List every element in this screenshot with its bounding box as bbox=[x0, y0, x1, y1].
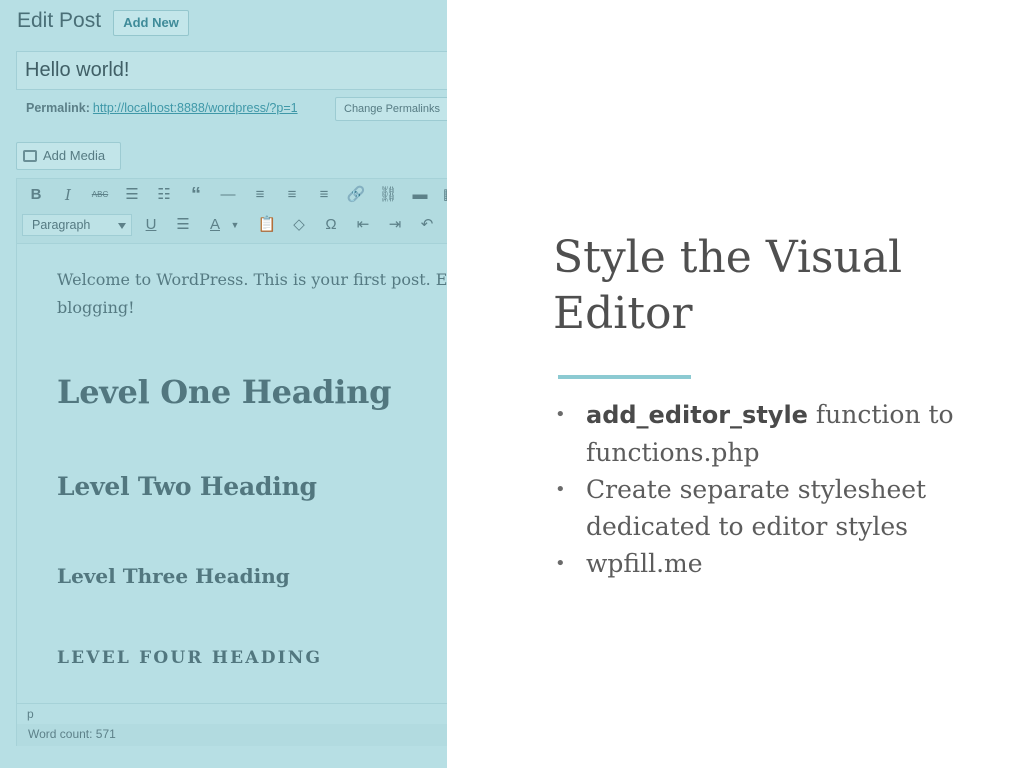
undo-icon[interactable]: ↶ bbox=[415, 211, 439, 239]
paragraph-line-2: blogging! bbox=[57, 298, 135, 317]
bullet-item: • wpfill.me bbox=[553, 545, 993, 582]
align-center-icon[interactable]: ≡ bbox=[280, 181, 304, 209]
permalink-link[interactable]: http://localhost:8888/wordpress/?p=1 bbox=[93, 101, 298, 115]
italic-icon[interactable]: I bbox=[56, 181, 80, 209]
clear-formatting-icon[interactable]: ◇ bbox=[287, 211, 311, 239]
heading-level-three: Level Three Heading bbox=[57, 564, 290, 588]
numbered-list-icon[interactable]: ☷ bbox=[152, 181, 176, 209]
add-new-button[interactable]: Add New bbox=[113, 10, 189, 36]
bullet-text: wpfill.me bbox=[586, 549, 703, 578]
wordpress-editor-screenshot: Edit Post Add New Hello world! Permalink… bbox=[0, 0, 447, 768]
toolbar-toggle-icon[interactable]: ▦ bbox=[438, 181, 447, 209]
bullet-list: • add_editor_style function to functions… bbox=[553, 396, 993, 582]
bullet-list-icon[interactable]: ☰ bbox=[120, 181, 144, 209]
align-left-icon[interactable]: ≡ bbox=[248, 181, 272, 209]
post-title-input[interactable]: Hello world! bbox=[16, 51, 447, 90]
align-right-icon[interactable]: ≡ bbox=[312, 181, 336, 209]
heading-level-one: Level One Heading bbox=[57, 373, 392, 411]
bullet-item: • Create separate stylesheet dedicated t… bbox=[553, 471, 993, 545]
word-count: Word count: 571 bbox=[28, 727, 116, 741]
slide-title: Style the Visual Editor bbox=[553, 232, 903, 339]
text-color-caret-icon[interactable]: ▼ bbox=[223, 211, 247, 239]
chevron-down-icon bbox=[118, 223, 126, 229]
editor-toolbar: B I ABC ☰ ☷ “ — ≡ ≡ ≡ 🔗 ⛓ ▬ ▦ Paragraph … bbox=[17, 179, 447, 244]
paragraph-line-1: Welcome to WordPress. This is your first… bbox=[57, 270, 447, 289]
format-select[interactable]: Paragraph bbox=[22, 214, 132, 236]
heading-level-four: Level Four Heading bbox=[57, 648, 323, 668]
content-paragraph: Welcome to WordPress. This is your first… bbox=[57, 266, 447, 322]
permalink-label: Permalink: bbox=[26, 101, 90, 115]
add-media-label: Add Media bbox=[43, 148, 106, 163]
media-icon bbox=[23, 150, 37, 162]
justify-icon[interactable]: ☰ bbox=[171, 211, 195, 239]
element-path: p bbox=[17, 703, 447, 724]
read-more-icon[interactable]: ▬ bbox=[408, 181, 432, 209]
horizontal-line-icon[interactable]: — bbox=[216, 181, 240, 209]
accent-divider bbox=[558, 375, 691, 379]
indent-icon[interactable]: ⇥ bbox=[383, 211, 407, 239]
bullet-code: add_editor_style bbox=[586, 401, 808, 429]
strikethrough-icon[interactable]: ABC bbox=[88, 181, 112, 209]
page-title: Edit Post bbox=[17, 9, 102, 32]
outdent-icon[interactable]: ⇤ bbox=[351, 211, 375, 239]
special-character-icon[interactable]: Ω bbox=[319, 211, 343, 239]
format-select-value: Paragraph bbox=[32, 218, 91, 232]
link-icon[interactable]: 🔗 bbox=[344, 181, 368, 209]
heading-level-two: Level Two Heading bbox=[57, 472, 317, 501]
blockquote-icon[interactable]: “ bbox=[184, 181, 208, 209]
bullet-text: Create separate stylesheet dedicated to … bbox=[586, 475, 927, 541]
change-permalinks-button[interactable]: Change Permalinks bbox=[335, 97, 447, 121]
bold-icon[interactable]: B bbox=[24, 181, 48, 209]
unlink-icon[interactable]: ⛓ bbox=[376, 181, 400, 209]
paste-text-icon[interactable]: 📋 bbox=[255, 211, 279, 239]
bullet-dot-icon: • bbox=[555, 479, 566, 500]
bullet-dot-icon: • bbox=[555, 404, 566, 425]
permalink: Permalink: http://localhost:8888/wordpres… bbox=[26, 101, 298, 115]
add-media-button[interactable]: Add Media bbox=[16, 142, 121, 170]
underline-icon[interactable]: U bbox=[139, 211, 163, 239]
bullet-dot-icon: • bbox=[555, 553, 566, 574]
bullet-item: • add_editor_style function to functions… bbox=[553, 396, 993, 471]
